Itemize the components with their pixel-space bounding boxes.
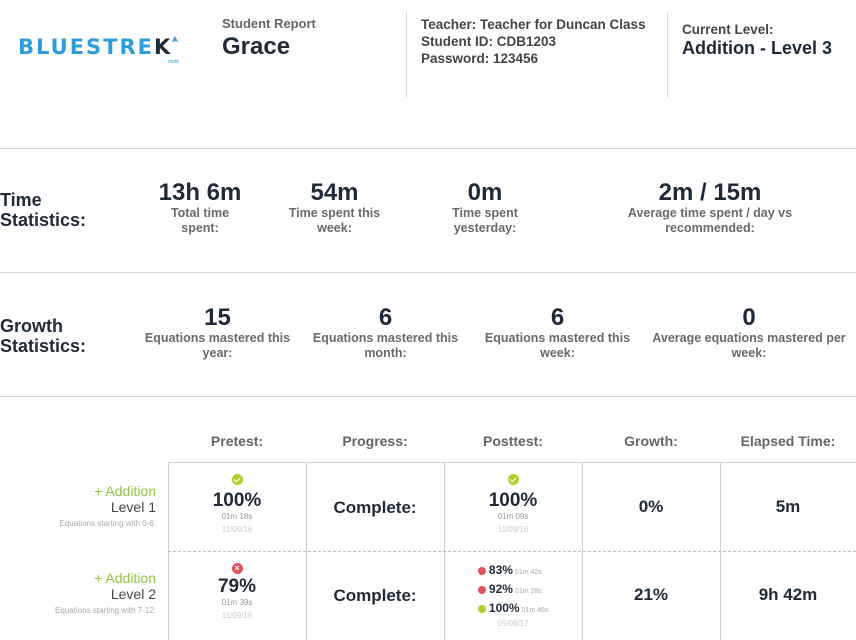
row2-elapsed: 9h 42m	[758, 585, 818, 604]
posttest-attempt: 83% 01m 42s	[477, 562, 549, 581]
row1-pretest: 100% 01m 18s 11/09/16	[168, 472, 306, 534]
add-level-link[interactable]: + Addition	[60, 483, 156, 499]
col-header-posttest: Posttest:	[483, 433, 543, 449]
bluestreak-logo: BLUESTREK math	[18, 34, 179, 74]
row-label-level-2: + Addition Level 2 Equations starting wi…	[55, 570, 156, 615]
stat-average-time: 2m / 15m Average time spent / day vs rec…	[627, 179, 793, 236]
posttest-attempt: 92% 01m 28s	[477, 581, 549, 600]
teacher-info: Teacher: Teacher for Duncan Class Studen…	[421, 16, 651, 67]
col-header-elapsed: Elapsed Time:	[740, 433, 836, 449]
student-id-line: Student ID: CDB1203	[421, 34, 557, 49]
row2-progress: Complete:	[333, 586, 417, 605]
section-divider	[0, 272, 856, 273]
row1-growth: 0%	[638, 497, 664, 516]
row1-elapsed: 5m	[775, 497, 801, 516]
section-divider	[0, 396, 856, 397]
section-divider	[0, 148, 856, 149]
row1-progress: Complete:	[333, 498, 417, 517]
stat-total-time: 13h 6m Total time spent:	[158, 179, 242, 236]
pass-icon	[231, 474, 243, 485]
stat-mastered-year: 15 Equations mastered this year:	[144, 304, 291, 361]
header-divider	[667, 12, 668, 98]
pass-icon	[477, 604, 486, 613]
logo-text-blue: BLUESTRE	[18, 35, 155, 59]
fail-icon	[477, 585, 486, 594]
col-header-progress: Progress:	[342, 433, 408, 449]
stat-time-this-week: 54m Time spent this week:	[288, 179, 381, 236]
row2-pretest: × 79% 01m 39s 11/09/16	[217, 563, 257, 620]
stat-mastered-month: 6 Equations mastered this month:	[312, 304, 459, 361]
stat-average-mastered: 0 Average equations mastered per week:	[652, 304, 846, 361]
row-divider	[168, 551, 856, 552]
rocket-icon	[172, 36, 178, 42]
add-level-link[interactable]: + Addition	[55, 570, 156, 586]
row1-posttest: 100% 01m 09s 11/09/16	[444, 472, 582, 534]
pass-icon	[507, 474, 519, 485]
posttest-attempt: 100% 01m 46s	[477, 600, 548, 619]
teacher-line: Teacher: Teacher for Duncan Class	[421, 17, 646, 32]
logo-subtext: math	[168, 59, 180, 65]
fail-icon	[477, 566, 486, 575]
student-name: Grace	[222, 33, 291, 60]
password-line: Password: 123456	[421, 51, 539, 66]
stat-time-yesterday: 0m Time spent yesterday:	[452, 179, 518, 236]
col-header-pretest: Pretest:	[210, 433, 264, 449]
row2-growth: 21%	[633, 585, 669, 604]
fail-icon: ×	[231, 563, 243, 574]
col-header-growth: Growth:	[624, 433, 678, 449]
header-divider	[406, 12, 407, 98]
growth-statistics-title: Growth Statistics:	[0, 316, 87, 356]
report-header: BLUESTREK math Student Report Grace Teac…	[0, 0, 856, 110]
row-label-level-1: + Addition Level 1 Equations starting wi…	[59, 483, 157, 528]
student-report-block: Student Report Grace	[222, 16, 316, 61]
current-level-block: Current Level: Addition - Level 3	[682, 22, 852, 57]
current-level-value: Addition - Level 3	[682, 38, 833, 58]
report-label: Student Report	[222, 16, 316, 31]
time-statistics-title: Time Statistics:	[0, 190, 87, 230]
stat-mastered-week: 6 Equations mastered this week:	[484, 304, 631, 361]
row2-posttest: 83% 01m 42s 92% 01m 28s 100% 01m 46s 05/08/…	[444, 562, 582, 628]
current-level-label: Current Level:	[682, 22, 774, 37]
